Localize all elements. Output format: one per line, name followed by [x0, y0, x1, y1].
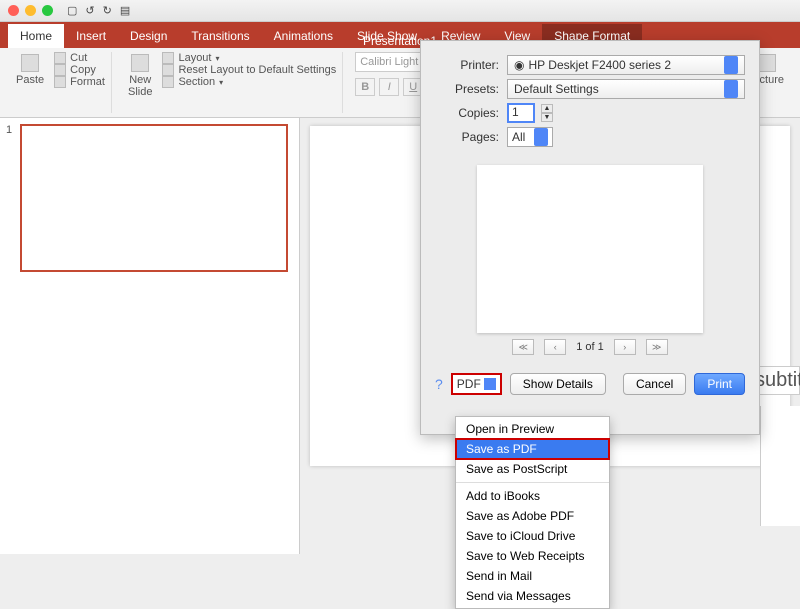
pdf-dropdown[interactable]: PDF: [451, 373, 502, 395]
cut-icon: [54, 52, 66, 64]
format-painter-icon: [54, 76, 66, 88]
pager-last[interactable]: ≫: [646, 339, 668, 355]
qat-redo-icon[interactable]: ↻: [103, 4, 112, 17]
copies-stepper-down[interactable]: ▼: [541, 113, 553, 122]
close-window-icon[interactable]: [8, 5, 19, 16]
pager: ≪ ‹ 1 of 1 › ≫: [435, 339, 745, 355]
updown-icon: [724, 56, 738, 74]
copy-label: Copy: [70, 64, 96, 76]
print-button[interactable]: Print: [694, 373, 745, 395]
printer-status-icon: ◉: [514, 58, 524, 72]
new-slide-icon: [131, 54, 149, 72]
qat-print-icon[interactable]: ▤: [120, 4, 130, 17]
printer-select[interactable]: ◉ HP Deskjet F2400 series 2: [507, 55, 745, 75]
reset-button[interactable]: Reset Layout to Default Settings: [162, 64, 336, 76]
presets-label: Presets:: [435, 82, 499, 96]
page-indicator: 1 of 1: [576, 341, 604, 353]
tab-animations[interactable]: Animations: [262, 24, 345, 48]
qat-save-icon[interactable]: ▢: [67, 4, 77, 17]
copies-label: Copies:: [435, 106, 499, 120]
window-controls: [8, 5, 53, 16]
paste-label: Paste: [16, 74, 44, 86]
quick-access-toolbar: ▢ ↺ ↻ ▤: [67, 4, 130, 17]
qat-undo-icon[interactable]: ↺: [85, 4, 94, 17]
printer-value: HP Deskjet F2400 series 2: [528, 58, 671, 72]
slide-thumbnails: 1: [0, 118, 300, 554]
reset-icon: [162, 64, 174, 76]
reset-label: Reset Layout to Default Settings: [178, 64, 336, 76]
pager-next[interactable]: ›: [614, 339, 636, 355]
menu-send-messages[interactable]: Send via Messages: [456, 586, 609, 606]
section-label: Section: [178, 76, 215, 88]
tab-slideshow[interactable]: Slide Show: [345, 24, 429, 48]
slide-thumbnail-1[interactable]: [20, 124, 288, 272]
presets-select[interactable]: Default Settings: [507, 79, 745, 99]
menu-save-postscript[interactable]: Save as PostScript: [456, 459, 609, 479]
pager-first[interactable]: ≪: [512, 339, 534, 355]
presets-value: Default Settings: [514, 82, 599, 96]
zoom-window-icon[interactable]: [42, 5, 53, 16]
group-slides: New Slide Layout▾ Reset Layout to Defaul…: [118, 52, 343, 113]
picture-icon: [758, 54, 776, 72]
menu-save-web[interactable]: Save to Web Receipts: [456, 546, 609, 566]
thumb-number: 1: [6, 124, 12, 136]
new-slide-label: New Slide: [128, 74, 152, 98]
minimize-window-icon[interactable]: [25, 5, 36, 16]
pages-label: Pages:: [435, 130, 499, 144]
cancel-button[interactable]: Cancel: [623, 373, 686, 395]
paste-button[interactable]: Paste: [12, 52, 48, 88]
tab-home[interactable]: Home: [8, 24, 64, 48]
tab-design[interactable]: Design: [118, 24, 179, 48]
menu-save-as-pdf[interactable]: Save as PDF: [456, 439, 609, 459]
tab-transitions[interactable]: Transitions: [179, 24, 261, 48]
group-clipboard: Paste Cut Copy Format: [6, 52, 112, 113]
paste-icon: [21, 54, 39, 72]
copy-button[interactable]: Copy: [54, 64, 105, 76]
pages-select[interactable]: All: [507, 127, 553, 147]
format-painter-button[interactable]: Format: [54, 76, 105, 88]
menu-open-preview[interactable]: Open in Preview: [456, 419, 609, 439]
help-icon[interactable]: ?: [435, 376, 443, 392]
print-preview: [477, 165, 703, 333]
menu-add-ibooks[interactable]: Add to iBooks: [456, 486, 609, 506]
show-details-button[interactable]: Show Details: [510, 373, 606, 395]
tab-insert[interactable]: Insert: [64, 24, 118, 48]
new-slide-button[interactable]: New Slide: [124, 52, 156, 100]
copies-input[interactable]: 1: [507, 103, 535, 123]
copy-icon: [54, 64, 66, 76]
cut-label: Cut: [70, 52, 87, 64]
layout-icon: [162, 52, 174, 64]
section-button[interactable]: Section▾: [162, 76, 336, 88]
menu-send-mail[interactable]: Send in Mail: [456, 566, 609, 586]
format-label: Format: [70, 76, 105, 88]
copies-stepper-up[interactable]: ▲: [541, 104, 553, 113]
menu-save-icloud[interactable]: Save to iCloud Drive: [456, 526, 609, 546]
pdf-menu: Open in Preview Save as PDF Save as Post…: [455, 416, 610, 609]
italic-button[interactable]: I: [379, 78, 399, 96]
layout-button[interactable]: Layout▾: [162, 52, 336, 64]
print-dialog: Printer: ◉ HP Deskjet F2400 series 2 Pres…: [420, 40, 760, 435]
printer-label: Printer:: [435, 58, 499, 72]
pdf-label: PDF: [457, 377, 481, 391]
menu-separator: [456, 482, 609, 483]
menu-save-adobe[interactable]: Save as Adobe PDF: [456, 506, 609, 526]
bold-button[interactable]: B: [355, 78, 375, 96]
updown-icon: [534, 128, 548, 146]
section-icon: [162, 76, 174, 88]
background-strip: [760, 406, 800, 526]
chevron-down-icon: [484, 378, 496, 390]
cut-button[interactable]: Cut: [54, 52, 105, 64]
updown-icon: [724, 80, 738, 98]
pages-value: All: [512, 130, 525, 144]
layout-label: Layout: [178, 52, 211, 64]
titlebar: ▢ ↺ ↻ ▤: [0, 0, 800, 22]
pager-prev[interactable]: ‹: [544, 339, 566, 355]
